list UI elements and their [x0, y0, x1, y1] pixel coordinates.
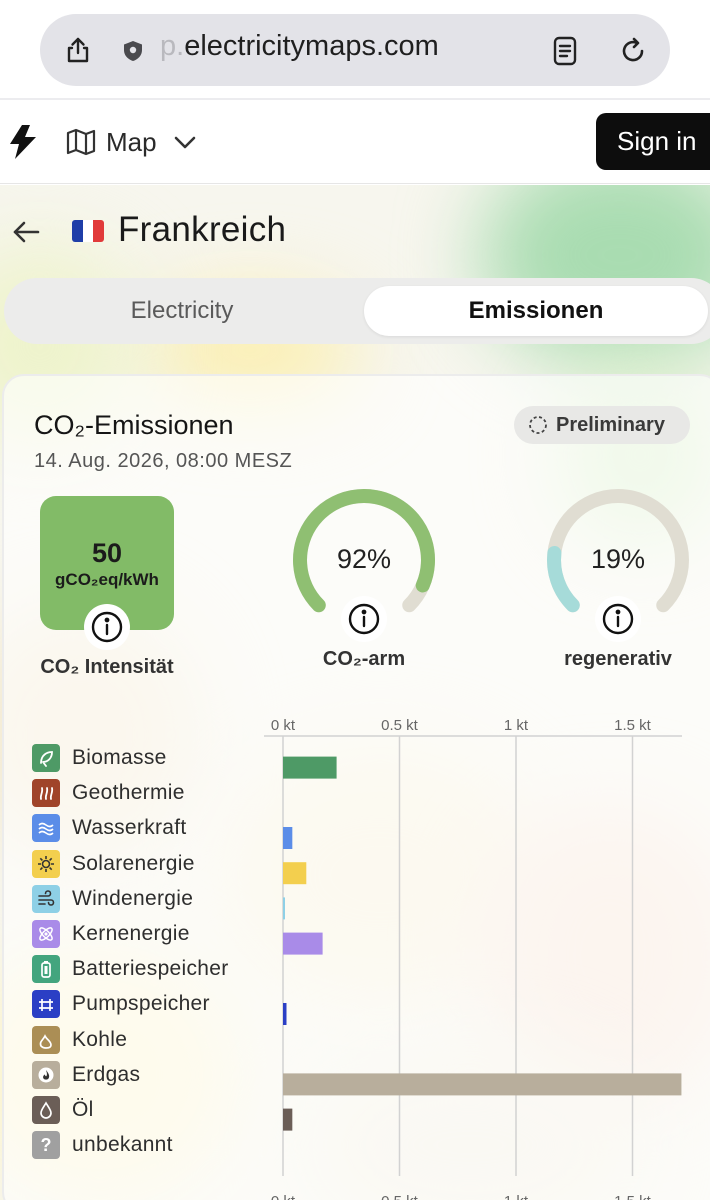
reader-mode-icon[interactable] — [552, 36, 578, 66]
tick-label-top: 0.5 kt — [381, 717, 419, 734]
legend-item-kernenergie[interactable]: Kernenergie — [32, 920, 190, 948]
tick-label-top: 1.5 kt — [614, 717, 652, 734]
app-header: Map Sign in — [0, 100, 710, 184]
tick-label-bottom: 1.5 kt — [614, 1193, 652, 1200]
back-arrow-icon[interactable] — [12, 218, 40, 246]
emissions-card: CO₂-Emissionen 14. Aug. 2026, 08:00 MESZ… — [2, 374, 710, 1200]
co2-intensity-value: 50 — [91, 538, 123, 568]
legend-item-wasserkraft[interactable]: Wasserkraft — [32, 814, 187, 843]
preliminary-badge[interactable]: Preliminary — [514, 406, 690, 444]
tick-label-top: 0 kt — [271, 717, 296, 734]
map-label: Map — [106, 126, 157, 157]
reload-icon[interactable] — [618, 36, 648, 66]
legend-label: Erdgas — [72, 1062, 141, 1086]
tab-emissions[interactable]: Emissionen — [364, 286, 708, 336]
bar-erdgas[interactable] — [283, 1073, 682, 1096]
co2-intensity-label: CO₂ Intensität — [40, 656, 174, 678]
tab-switcher: Electricity Emissionen — [4, 278, 710, 344]
leaf-icon — [32, 744, 60, 772]
url-text[interactable]: p.electricitymaps.com — [160, 30, 439, 63]
info-icon — [602, 603, 634, 635]
preliminary-label: Preliminary — [556, 413, 665, 436]
dashed-circle-icon — [529, 416, 547, 434]
bar-pumpspeicher[interactable] — [283, 1003, 287, 1025]
atom-icon — [32, 920, 60, 948]
renewable-info-button[interactable] — [595, 596, 641, 642]
legend-label: Öl — [72, 1098, 94, 1121]
bar-solarenergie[interactable] — [283, 862, 307, 885]
card-title: CO₂-Emissionen — [34, 410, 234, 440]
legend-label: unbekannt — [72, 1133, 173, 1157]
water-waves-icon — [32, 814, 60, 843]
low-carbon-value: 92% — [336, 544, 392, 574]
low-carbon-info-button[interactable] — [341, 596, 387, 642]
address-bar[interactable]: p.electricitymaps.com — [40, 14, 670, 86]
question-icon: ? — [32, 1131, 60, 1160]
browser-toolbar: p.electricitymaps.com — [0, 0, 710, 98]
map-menu-button[interactable]: Map — [66, 124, 197, 160]
battery-icon — [32, 955, 60, 984]
pumped-storage-icon — [32, 990, 60, 1019]
coal-icon — [32, 1025, 60, 1054]
electricitymaps-logo-icon[interactable] — [8, 124, 38, 160]
card-datetime: 14. Aug. 2026, 08:00 MESZ — [34, 450, 293, 472]
sign-in-button[interactable]: Sign in — [596, 113, 710, 170]
legend-item-geothermie[interactable]: Geothermie — [32, 779, 185, 808]
france-flag-icon — [72, 220, 104, 242]
renewable-value: 19% — [590, 544, 646, 574]
bar-biomasse[interactable] — [283, 756, 337, 779]
shield-icon — [124, 41, 142, 61]
legend-item-pumpspeicher[interactable]: Pumpspeicher — [32, 990, 210, 1019]
tick-label-bottom: 0 kt — [271, 1193, 296, 1200]
wind-icon — [32, 884, 60, 913]
legend-label: Kohle — [72, 1027, 128, 1051]
geothermal-icon — [32, 779, 60, 808]
legend-label: Solarenergie — [72, 851, 195, 875]
legend-label: Windenergie — [72, 886, 194, 910]
chevron-down-icon — [174, 136, 195, 149]
legend-label: Geothermie — [72, 781, 185, 805]
info-icon — [91, 611, 123, 643]
legend-label: Pumpspeicher — [72, 992, 210, 1016]
legend-label: Wasserkraft — [72, 816, 187, 840]
legend-item-windenergie[interactable]: Windenergie — [32, 884, 194, 913]
co2-intensity-unit: gCO₂eq/kWh — [55, 570, 159, 589]
legend-label: Batteriespeicher — [72, 957, 229, 981]
gas-flame-icon — [32, 1060, 60, 1089]
legend-item-batteriespeicher[interactable]: Batteriespeicher — [32, 955, 229, 984]
legend-item-kohle[interactable]: Kohle — [32, 1025, 128, 1054]
intensity-info-button[interactable] — [84, 604, 130, 650]
legend-item-unbekannt[interactable]: ? unbekannt — [32, 1131, 173, 1160]
info-icon — [348, 603, 380, 635]
legend-item-öl[interactable]: Öl — [32, 1096, 94, 1124]
zone-title: Frankreich — [118, 210, 287, 249]
legend-item-erdgas[interactable]: Erdgas — [32, 1060, 141, 1089]
renewable-label: regenerativ — [564, 648, 672, 670]
oil-drop-icon — [32, 1096, 60, 1124]
bar-wasserkraft[interactable] — [283, 827, 293, 849]
sun-icon — [32, 849, 60, 878]
legend-item-biomasse[interactable]: Biomasse — [32, 744, 167, 772]
bar-öl[interactable] — [283, 1108, 293, 1131]
bar-kernenergie[interactable] — [283, 932, 323, 955]
tab-electricity[interactable]: Electricity — [4, 286, 360, 336]
legend-label: Biomasse — [72, 746, 167, 769]
legend-item-solarenergie[interactable]: Solarenergie — [32, 849, 195, 878]
tick-label-bottom: 1 kt — [504, 1193, 529, 1200]
low-carbon-label: CO₂-arm — [322, 648, 406, 670]
tick-label-top: 1 kt — [504, 717, 529, 734]
map-icon — [66, 128, 96, 156]
legend-label: Kernenergie — [72, 922, 190, 945]
tick-label-bottom: 0.5 kt — [381, 1193, 419, 1200]
zone-header: Frankreich — [0, 200, 710, 264]
bar-windenergie[interactable] — [283, 897, 285, 920]
share-icon[interactable] — [64, 36, 92, 64]
